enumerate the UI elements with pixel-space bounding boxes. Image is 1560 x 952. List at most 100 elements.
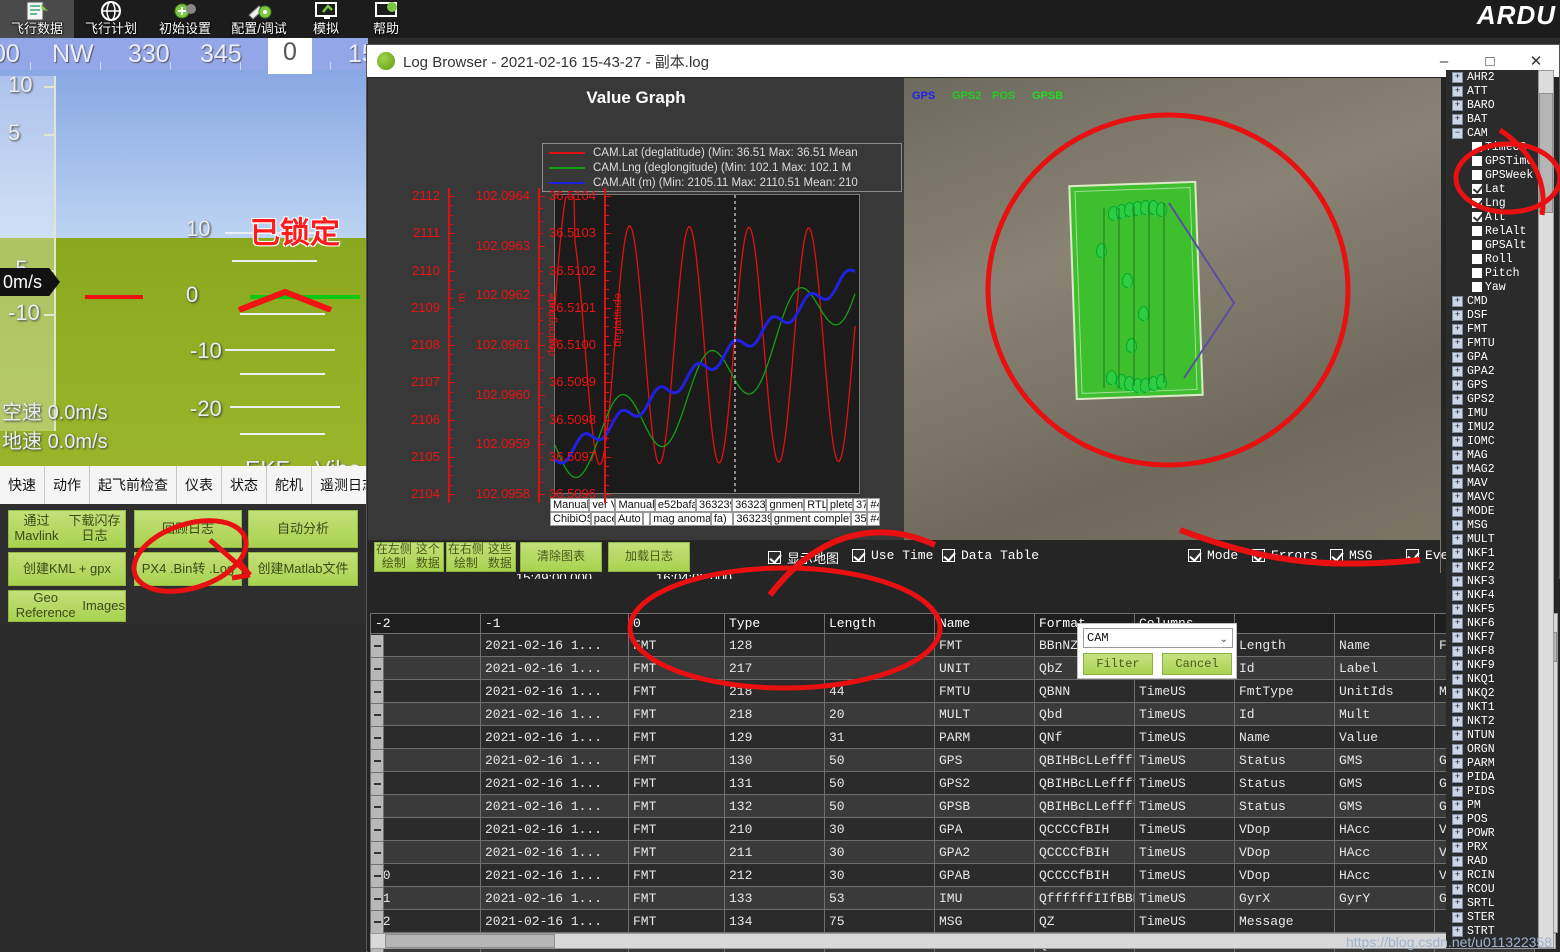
expander-icon[interactable]: + (1452, 309, 1463, 321)
tree-group-orgn[interactable]: + ORGN (1446, 742, 1550, 756)
expander-icon[interactable]: + (1452, 295, 1463, 307)
table-cell[interactable]: GPSB (934, 794, 1035, 818)
table-cell[interactable]: 1 (370, 656, 481, 680)
table-cell[interactable]: FMT (628, 656, 725, 680)
table-cell[interactable]: QBIHBcLLeffffB (1034, 748, 1135, 772)
table-cell[interactable]: IMU (934, 886, 1035, 910)
table-cell[interactable]: TimeUS (1134, 679, 1235, 703)
checkbox-box[interactable] (942, 549, 955, 562)
tree-group-pos[interactable]: + POS (1446, 812, 1550, 826)
tree-vertical-scrollbar[interactable] (1538, 70, 1554, 948)
tree-field-timeus[interactable]: TimeUS (1446, 140, 1550, 154)
table-cell[interactable]: QBIHBcLLeffffB (1034, 794, 1135, 818)
table-cell[interactable]: HAcc (1334, 863, 1435, 887)
table-cell[interactable]: 129 (724, 725, 825, 749)
table-cell[interactable]: Label (1334, 656, 1435, 680)
table-cell[interactable]: 2021-02-16 1... (480, 725, 629, 749)
filter-cancel-button[interactable]: Cancel (1162, 653, 1232, 675)
tree-group-mode[interactable]: + MODE (1446, 504, 1550, 518)
row-header[interactable] (370, 658, 384, 681)
table-cell[interactable]: 7 (370, 794, 481, 818)
tree-group-powr[interactable]: + POWR (1446, 826, 1550, 840)
expander-icon[interactable]: + (1452, 911, 1463, 923)
expander-icon[interactable]: + (1452, 463, 1463, 475)
table-cell[interactable]: QNf (1034, 725, 1135, 749)
table-row[interactable]: 82021-02-16 1...FMT21030GPAQCCCCfBIHTime… (370, 817, 1535, 841)
tree-checkbox[interactable] (1472, 184, 1482, 194)
expander-icon[interactable]: + (1452, 547, 1463, 559)
expander-icon[interactable]: + (1452, 71, 1463, 83)
tree-group-cam[interactable]: − CAM (1446, 126, 1550, 140)
row-header[interactable] (370, 819, 384, 842)
bin-to-log-button[interactable]: PX4 .Bin 转 .Log (134, 552, 242, 586)
table-cell[interactable]: 2021-02-16 1... (480, 679, 629, 703)
expander-icon[interactable]: + (1452, 799, 1463, 811)
expander-icon[interactable]: + (1452, 393, 1463, 405)
use-time-checkbox[interactable]: Use Time (852, 548, 933, 563)
mp-tab-1[interactable]: 动作 (45, 466, 90, 504)
table-cell[interactable]: FMT (628, 702, 725, 726)
expander-icon[interactable]: + (1452, 841, 1463, 853)
table-cell[interactable]: 211 (724, 840, 825, 864)
tree-field-lng[interactable]: Lng (1446, 196, 1550, 210)
tree-checkbox[interactable] (1472, 268, 1482, 278)
download-flash-log-button[interactable]: 通过Mavlink 下载闪存日志 (8, 510, 126, 548)
geo-reference-images-button[interactable]: Geo Reference Images (8, 590, 126, 622)
tree-group-gpa[interactable]: + GPA (1446, 350, 1550, 364)
tree-group-ster[interactable]: + STER (1446, 910, 1550, 924)
table-cell[interactable]: TimeUS (1134, 771, 1235, 795)
table-cell[interactable]: TimeUS (1134, 817, 1235, 841)
filter-type-combo[interactable]: CAM ⌄ (1083, 628, 1233, 648)
expander-icon[interactable]: + (1452, 477, 1463, 489)
tree-checkbox[interactable] (1472, 212, 1482, 222)
table-cell[interactable]: FMT (628, 725, 725, 749)
tree-group-fmt[interactable]: + FMT (1446, 322, 1550, 336)
table-cell[interactable]: TimeUS (1134, 840, 1235, 864)
tree-group-mavc[interactable]: + MAVC (1446, 490, 1550, 504)
tree-group-ntun[interactable]: + NTUN (1446, 728, 1550, 742)
filter-apply-button[interactable]: Filter (1083, 653, 1153, 675)
table-row[interactable]: 62021-02-16 1...FMT13150GPS2QBIHBcLLefff… (370, 771, 1535, 795)
tree-group-nkf6[interactable]: + NKF6 (1446, 616, 1550, 630)
mp-tab-2[interactable]: 起飞前检查 (90, 466, 177, 504)
expander-icon[interactable]: + (1452, 505, 1463, 517)
table-cell[interactable]: 53 (824, 886, 935, 910)
tree-group-nkt1[interactable]: + NKT1 (1446, 700, 1550, 714)
tree-field-roll[interactable]: Roll (1446, 252, 1550, 266)
table-cell[interactable]: GyrX (1234, 886, 1335, 910)
table-cell[interactable]: QCCCCfBIH (1034, 840, 1135, 864)
expander-icon[interactable]: + (1452, 589, 1463, 601)
log-field-tree[interactable]: + AHR2 + ATT + BARO + BAT − CAM TimeUS GPSTime GPSWe… (1446, 70, 1550, 948)
expander-icon[interactable]: + (1452, 337, 1463, 349)
table-cell[interactable]: 134 (724, 909, 825, 933)
mp-toolbar-simulation[interactable]: 模拟 (296, 0, 356, 38)
expander-icon[interactable]: + (1452, 421, 1463, 433)
table-cell[interactable]: VDop (1234, 840, 1335, 864)
tree-checkbox[interactable] (1472, 240, 1482, 250)
table-cell[interactable]: GMS (1334, 748, 1435, 772)
column-header[interactable]: -1 (480, 613, 629, 634)
tree-field-relalt[interactable]: RelAlt (1446, 224, 1550, 238)
table-cell[interactable]: Length (1234, 633, 1335, 657)
tree-group-nkf5[interactable]: + NKF5 (1446, 602, 1550, 616)
expander-icon[interactable]: − (1452, 127, 1463, 139)
tree-field-alt[interactable]: Alt (1446, 210, 1550, 224)
table-cell[interactable]: TimeUS (1134, 748, 1235, 772)
tree-group-nkt2[interactable]: + NKT2 (1446, 714, 1550, 728)
table-cell[interactable] (824, 633, 935, 657)
table-cell[interactable]: 2021-02-16 1... (480, 863, 629, 887)
table-cell[interactable]: 2021-02-16 1... (480, 656, 629, 680)
expander-icon[interactable]: + (1452, 855, 1463, 867)
table-row[interactable]: 72021-02-16 1...FMT13250GPSBQBIHBcLLefff… (370, 794, 1535, 818)
table-cell[interactable]: QZ (1034, 909, 1135, 933)
table-cell[interactable]: TimeUS (1134, 702, 1235, 726)
tree-field-lat[interactable]: Lat (1446, 182, 1550, 196)
table-cell[interactable]: 2021-02-16 1... (480, 702, 629, 726)
column-header[interactable] (1334, 613, 1435, 634)
tree-group-gps[interactable]: + GPS (1446, 378, 1550, 392)
tree-checkbox[interactable] (1472, 198, 1482, 208)
expander-icon[interactable]: + (1452, 757, 1463, 769)
table-cell[interactable]: 30 (824, 863, 935, 887)
table-cell[interactable]: TimeUS (1134, 725, 1235, 749)
draw-right-axis-button[interactable]: 在右侧绘制 这些数据 (446, 542, 516, 572)
